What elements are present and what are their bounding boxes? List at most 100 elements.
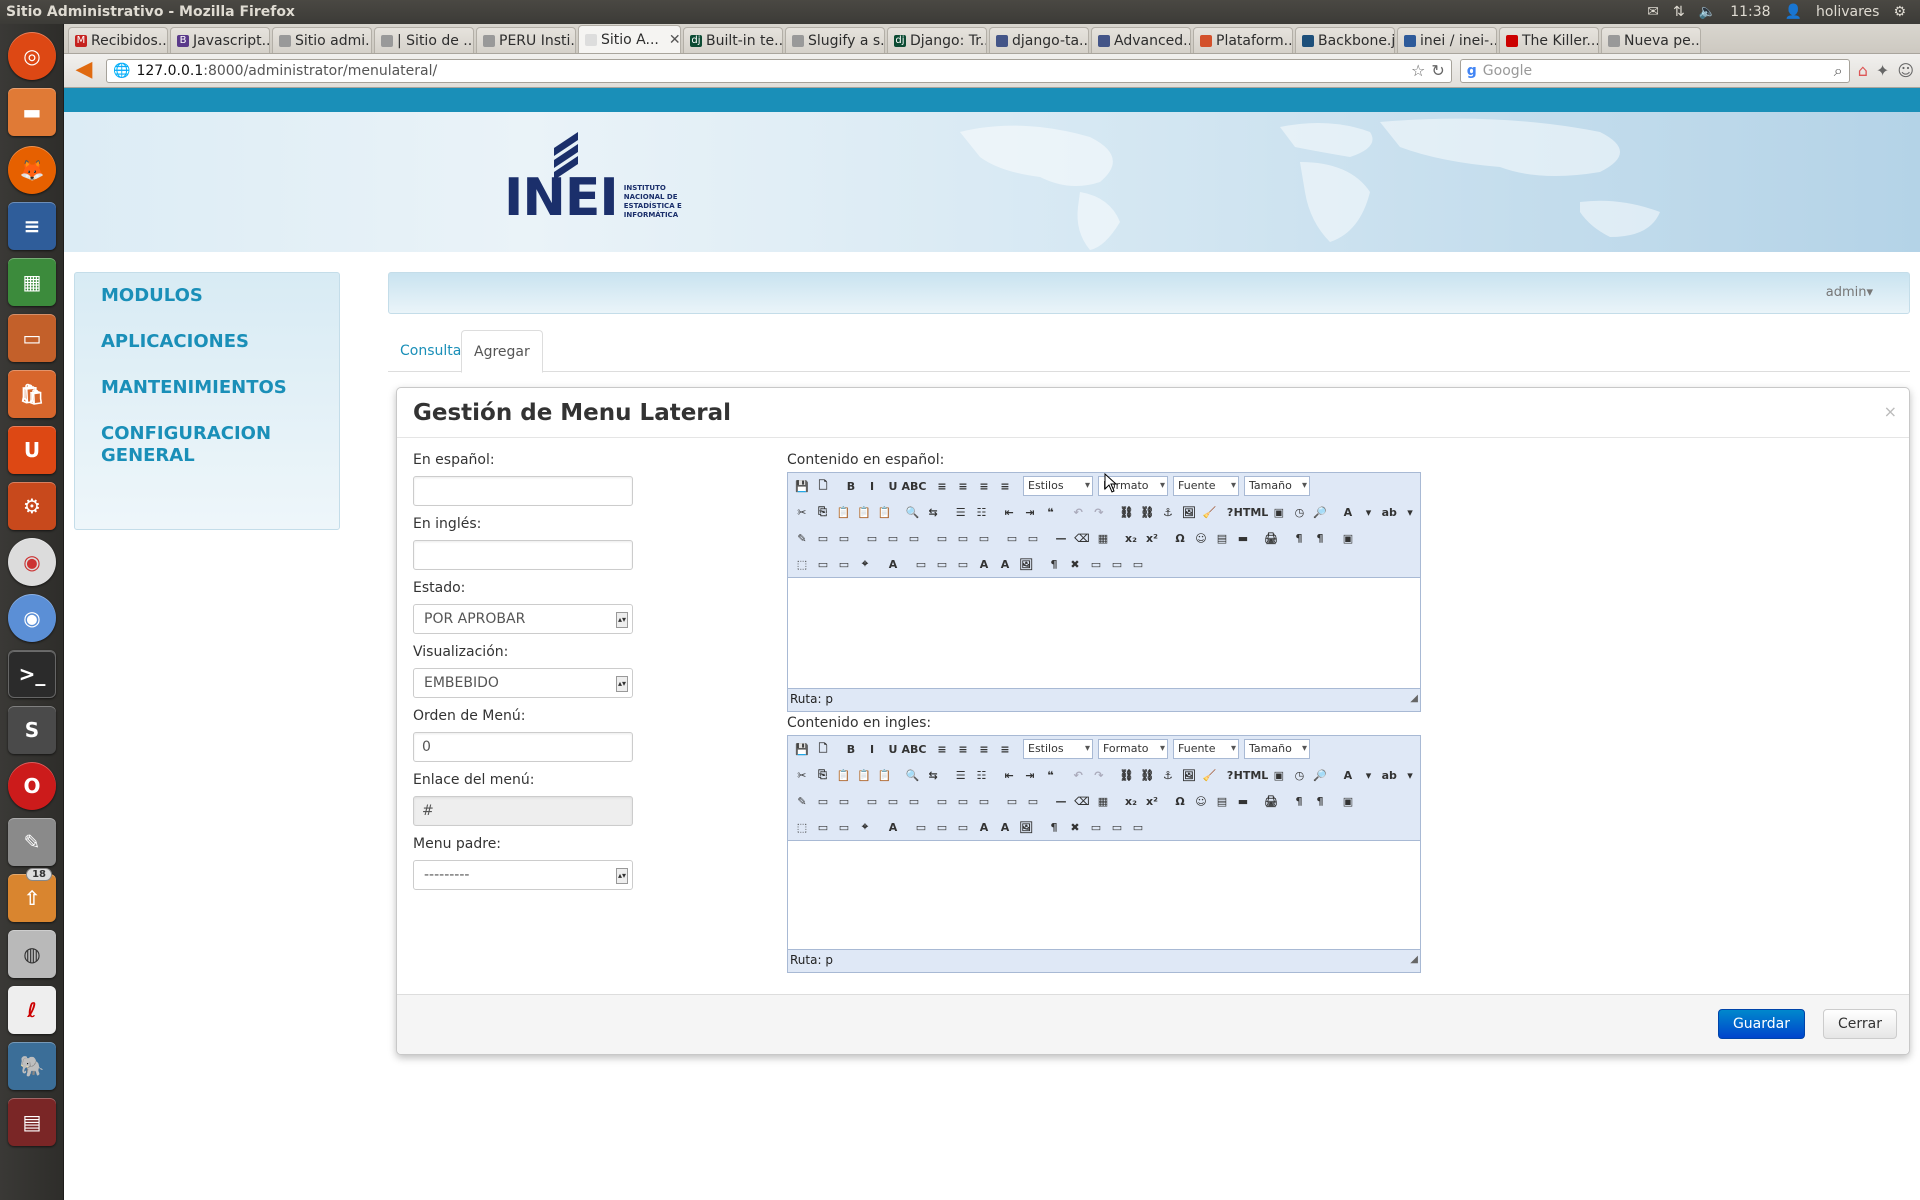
volume-icon[interactable]: 🔈 (1699, 4, 1716, 20)
toolbar-button-icon[interactable]: A (1338, 502, 1358, 522)
toolbar-button-icon[interactable]: ▭ (1128, 817, 1148, 837)
toolbar-button-icon[interactable]: ☷ (972, 765, 992, 785)
toolbar-button-icon[interactable]: 🗋 (813, 739, 833, 759)
toolbar-button-icon[interactable]: x² (1142, 528, 1162, 548)
firefox-icon[interactable]: 🦊 (8, 146, 56, 194)
toolbar-button-icon[interactable]: ▣ (1269, 765, 1289, 785)
toolbar-button-icon[interactable]: ☺ (1191, 791, 1211, 811)
toolbar-button-icon[interactable]: ▭ (932, 554, 952, 574)
toolbar-button-icon[interactable]: ¶ (1289, 791, 1309, 811)
update-manager-icon[interactable]: ⇧ 18 (8, 868, 56, 922)
toolbar-button-icon[interactable]: 🖼 (1016, 817, 1036, 837)
toolbar-button-icon[interactable]: ▾ (1400, 502, 1420, 522)
toolbar-button-icon[interactable]: ✂ (792, 765, 812, 785)
toolbar-button-icon[interactable]: ▭ (1023, 791, 1043, 811)
toolbar-button-icon[interactable]: 📋 (854, 502, 874, 522)
browser-tab[interactable]: Sitio A... ✕ (578, 25, 681, 53)
pdf-reader-icon[interactable]: ℓ (8, 986, 56, 1034)
toolbar-button-icon[interactable]: ▭ (1086, 554, 1106, 574)
search-icon[interactable]: ⌕ (1834, 61, 1843, 81)
reload-icon[interactable]: ↻ (1431, 61, 1444, 80)
editor-combo-2[interactable]: Fuente (1173, 476, 1239, 496)
power-icon[interactable]: ⚙ (1893, 4, 1906, 20)
inei-logo[interactable]: INEI INSTITUTO NACIONAL DE ESTADÍSTICA E… (504, 132, 694, 224)
toolbar-button-icon[interactable]: HTML (1234, 765, 1269, 785)
toolbar-button-icon[interactable]: ❝ (1041, 502, 1061, 522)
toolbar-button-icon[interactable]: A (974, 554, 994, 574)
dash-icon[interactable]: ◎ (8, 32, 56, 80)
toolbar-button-icon[interactable]: ≡ (974, 739, 994, 759)
sidebar-item-3[interactable]: CONFIGURACION GENERAL (101, 423, 321, 467)
toolbar-button-icon[interactable]: Ω (1170, 791, 1190, 811)
toolbar-button-icon[interactable]: ¶ (1044, 554, 1064, 574)
toolbar-button-icon[interactable]: ≡ (932, 739, 952, 759)
browser-tab[interactable]: django-ta... (989, 27, 1089, 53)
toolbar-button-icon[interactable]: Ω (1170, 528, 1190, 548)
toolbar-button-icon[interactable]: ▭ (953, 554, 973, 574)
toolbar-button-icon[interactable]: ✎ (792, 791, 812, 811)
editor-combo-3[interactable]: Tamaño (1244, 476, 1310, 496)
toolbar-button-icon[interactable]: ▦ (1093, 528, 1113, 548)
toolbar-button-icon[interactable]: ≡ (995, 739, 1015, 759)
toolbar-button-icon[interactable]: ⇆ (923, 765, 943, 785)
toolbar-button-icon[interactable]: ABC (902, 476, 927, 496)
toolbar-button-icon[interactable]: ▭ (834, 528, 854, 548)
browser-tab[interactable]: dj Django: Tr... (887, 27, 987, 53)
toolbar-button-icon[interactable]: ↷ (1089, 765, 1109, 785)
menu-padre-select[interactable]: --------- ▴▾ (413, 860, 633, 890)
toolbar-button-icon[interactable]: ▦ (1093, 791, 1113, 811)
toolbar-button-icon[interactable]: ▭ (974, 791, 994, 811)
resize-grip-icon[interactable]: ◢ (1410, 689, 1418, 709)
toolbar-button-icon[interactable]: A (995, 554, 1015, 574)
toolbar-button-icon[interactable]: ▭ (834, 554, 854, 574)
persona-icon[interactable]: ☺ (1897, 61, 1914, 80)
toolbar-button-icon[interactable]: ⇤ (999, 502, 1019, 522)
toolbar-button-icon[interactable]: ABC (902, 739, 927, 759)
toolbar-button-icon[interactable]: 🖼 (1016, 554, 1036, 574)
network-icon[interactable]: ⇅ (1673, 4, 1685, 20)
toolbar-button-icon[interactable]: ◷ (1290, 765, 1310, 785)
sidebar-item-2[interactable]: MANTENIMIENTOS (101, 377, 321, 399)
toolbar-button-icon[interactable]: ▬ (1233, 791, 1253, 811)
editor-content-area[interactable] (788, 840, 1420, 950)
toolbar-button-icon[interactable]: ▭ (834, 817, 854, 837)
toolbar-button-icon[interactable]: ▭ (953, 528, 973, 548)
editor-combo-2[interactable]: Fuente (1173, 739, 1239, 759)
sidebar-item-1[interactable]: APLICACIONES (101, 331, 321, 353)
toolbar-button-icon[interactable]: ab (1379, 765, 1399, 785)
toolbar-button-icon[interactable]: ❝ (1041, 765, 1061, 785)
toolbar-button-icon[interactable]: ▭ (862, 791, 882, 811)
toolbar-button-icon[interactable]: 💾 (792, 739, 812, 759)
toolbar-button-icon[interactable]: ▭ (974, 528, 994, 548)
settings-icon[interactable]: ⚙ (8, 482, 56, 530)
toolbar-button-icon[interactable]: 📋 (833, 502, 853, 522)
toolbar-button-icon[interactable]: ⇥ (1020, 502, 1040, 522)
close-icon[interactable]: × (1884, 402, 1897, 421)
toolbar-button-icon[interactable]: ▭ (1107, 554, 1127, 574)
toolbar-button-icon[interactable]: ¶ (1044, 817, 1064, 837)
back-icon[interactable]: ◀ (70, 58, 98, 83)
toolbar-button-icon[interactable]: ▬ (1233, 528, 1253, 548)
editor-combo-1[interactable]: Formato (1098, 739, 1168, 759)
search-bar[interactable]: g Google ⌕ (1459, 58, 1850, 83)
toolbar-button-icon[interactable]: ▭ (813, 554, 833, 574)
toolbar-button-icon[interactable]: ▾ (1400, 765, 1420, 785)
editor-combo-0[interactable]: Estilos (1023, 476, 1093, 496)
mail-icon[interactable]: ✉ (1647, 4, 1659, 20)
toolbar-button-icon[interactable]: ◷ (1290, 502, 1310, 522)
toolbar-button-icon[interactable]: ⌫ (1072, 791, 1092, 811)
toolbar-button-icon[interactable]: ✖ (1065, 817, 1085, 837)
toolbar-button-icon[interactable]: ▭ (883, 528, 903, 548)
terminal-icon[interactable]: >_ (8, 650, 56, 698)
calc-icon[interactable]: ▦ (8, 258, 56, 306)
disk-utility-icon[interactable]: ◍ (8, 930, 56, 978)
toolbar-button-icon[interactable]: ☺ (1191, 528, 1211, 548)
pgadmin-icon[interactable]: 🐘 (8, 1042, 56, 1090)
toolbar-button-icon[interactable]: x₂ (1121, 791, 1141, 811)
editor-combo-0[interactable]: Estilos (1023, 739, 1093, 759)
toolbar-button-icon[interactable]: ▭ (1002, 791, 1022, 811)
browser-tab[interactable]: Sitio admi... (272, 27, 372, 53)
toolbar-button-icon[interactable]: ¶ (1310, 791, 1330, 811)
toolbar-button-icon[interactable]: ☰ (951, 502, 971, 522)
text-editor-icon[interactable]: ✎ (8, 818, 56, 866)
